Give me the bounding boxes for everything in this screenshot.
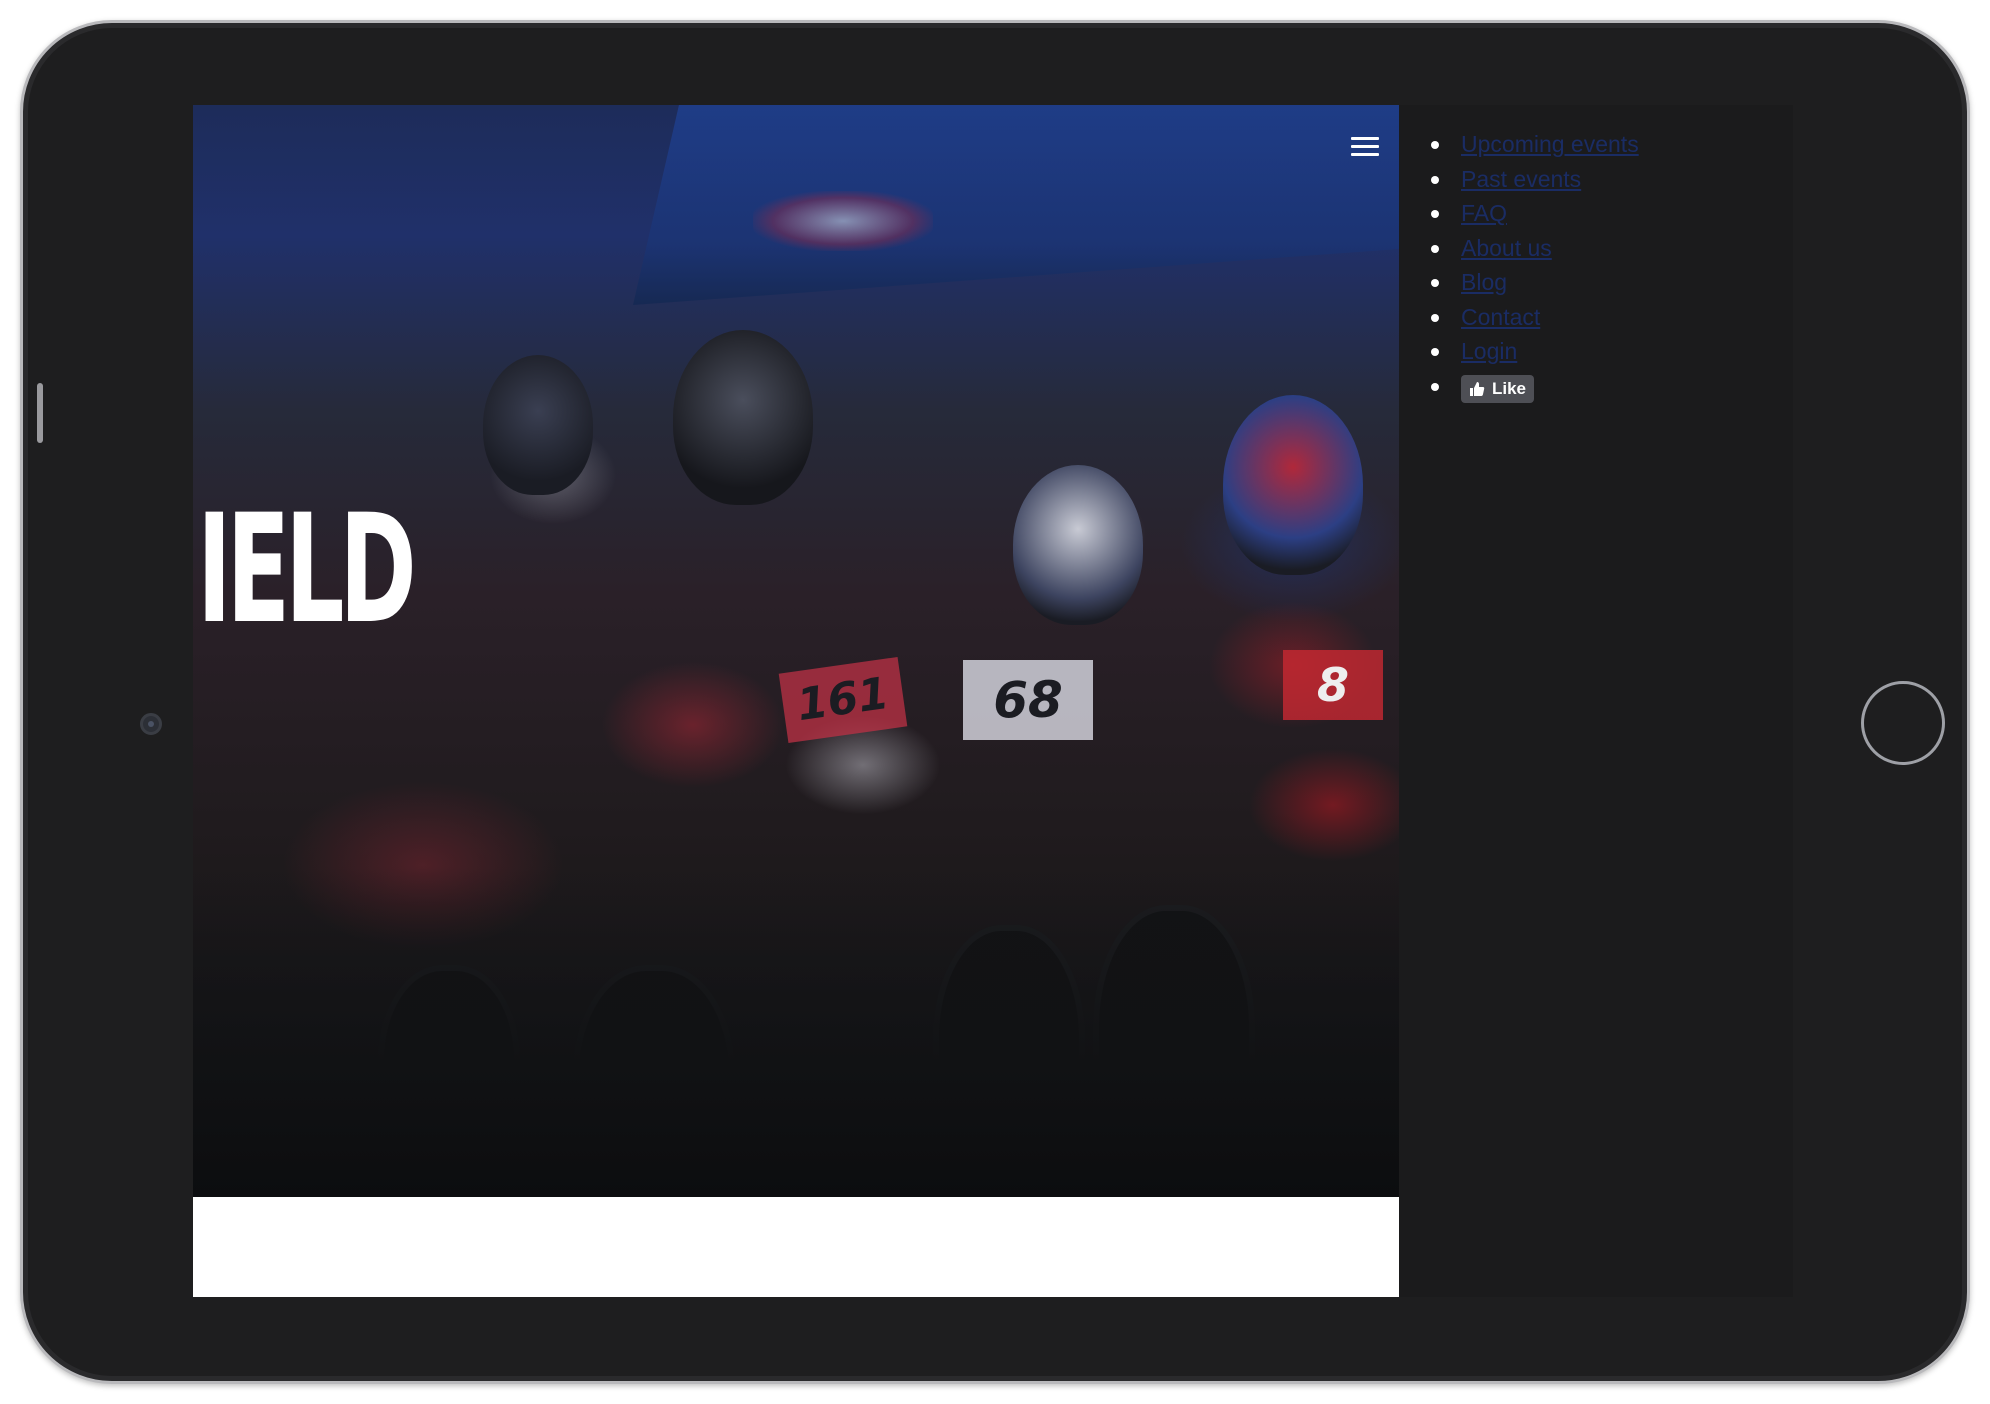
nav-link-upcoming-events[interactable]: Upcoming events xyxy=(1461,131,1639,157)
hero-title: IELD xyxy=(197,483,417,657)
nav-item-upcoming-events: Upcoming events xyxy=(1431,127,1639,162)
nav-list: Upcoming events Past events FAQ About us… xyxy=(1431,127,1639,404)
number-plate: 68 xyxy=(963,660,1093,740)
rider-helmet xyxy=(483,355,593,495)
nav-item-like: Like xyxy=(1431,369,1639,404)
hamburger-icon[interactable] xyxy=(1351,137,1379,161)
nav-link-login[interactable]: Login xyxy=(1461,338,1517,364)
dirt-ground xyxy=(193,867,1399,1197)
nav-link-blog[interactable]: Blog xyxy=(1461,269,1507,295)
content-area xyxy=(193,1197,1399,1297)
nav-item-past-events: Past events xyxy=(1431,162,1639,197)
thumbs-up-icon xyxy=(1470,382,1485,397)
nav-link-about-us[interactable]: About us xyxy=(1461,235,1552,261)
hero-image: 161 68 8 IELD xyxy=(193,105,1399,1207)
tent-canopy xyxy=(633,105,1399,305)
nav-link-past-events[interactable]: Past events xyxy=(1461,166,1581,192)
nav-link-faq[interactable]: FAQ xyxy=(1461,200,1507,226)
nav-item-blog: Blog xyxy=(1431,265,1639,300)
number-plate: 8 xyxy=(1283,650,1383,720)
side-navigation: Upcoming events Past events FAQ About us… xyxy=(1399,105,1793,1297)
rider-helmet xyxy=(1223,395,1363,575)
home-button[interactable] xyxy=(1861,681,1945,765)
rider-helmet xyxy=(673,330,813,505)
nav-item-faq: FAQ xyxy=(1431,196,1639,231)
nav-item-about-us: About us xyxy=(1431,231,1639,266)
like-label: Like xyxy=(1492,379,1527,399)
screen: 161 68 8 IELD Upcoming events Past event… xyxy=(193,105,1793,1297)
number-plate: 161 xyxy=(778,656,908,744)
facebook-like-button[interactable]: Like xyxy=(1461,375,1535,404)
rider-helmet xyxy=(1013,465,1143,625)
nav-link-contact[interactable]: Contact xyxy=(1461,304,1540,330)
camera-icon xyxy=(140,713,162,735)
side-button xyxy=(37,383,43,443)
nav-item-login: Login xyxy=(1431,334,1639,369)
tent-logo xyxy=(753,191,933,251)
nav-item-contact: Contact xyxy=(1431,300,1639,335)
